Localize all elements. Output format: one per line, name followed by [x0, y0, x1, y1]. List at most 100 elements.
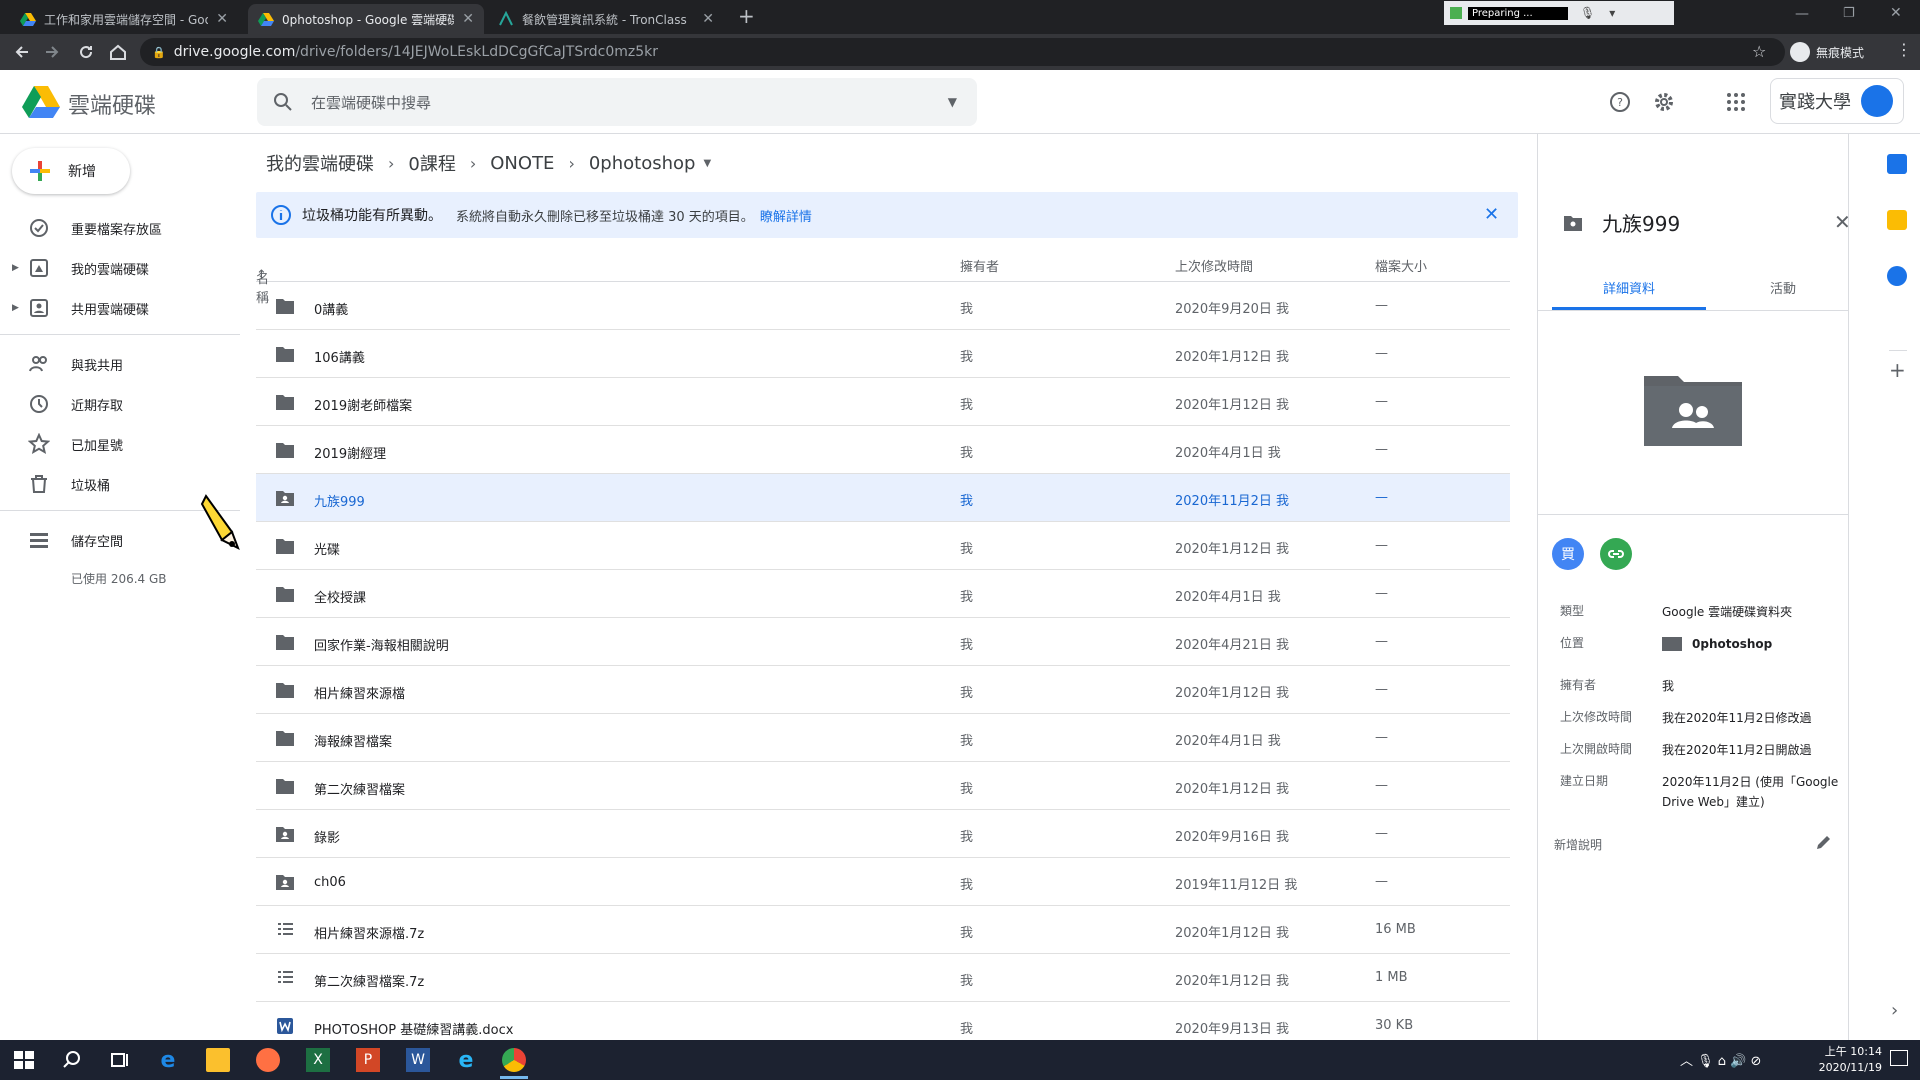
file-row[interactable]: 第二次練習檔案.7z 我 2020年1月12日 我 1 MB [256, 954, 1510, 1002]
tab-details[interactable]: 詳細資料 [1552, 270, 1706, 310]
browser-toolbar: 🔒 drive.google.com /drive/folders/14JEJW… [0, 34, 1920, 70]
browser-tab-1[interactable]: 工作和家用雲端儲存空間 - Goo ✕ [10, 4, 238, 34]
edit-pencil-icon[interactable] [1814, 832, 1834, 852]
file-row[interactable]: 九族999 我 2020年11月2日 我 — [256, 474, 1510, 522]
file-row[interactable]: 2019謝經理 我 2020年4月1日 我 — [256, 426, 1510, 474]
search-icon[interactable] [271, 90, 295, 114]
search-icon[interactable] [60, 1048, 84, 1072]
powerpoint-icon[interactable]: P [356, 1048, 380, 1072]
file-row[interactable]: 錄影 我 2020年9月16日 我 — [256, 810, 1510, 858]
browser-tab-3[interactable]: 餐飲管理資訊系統 - TronClass ✕ [488, 4, 724, 34]
address-bar[interactable]: 🔒 drive.google.com /drive/folders/14JEJW… [140, 38, 1785, 66]
expand-arrow-icon[interactable]: ▶ [12, 263, 19, 273]
system-tray-icons[interactable]: ︿ 🎙 ⌂ 🔊 ⊘ [1680, 1050, 1761, 1069]
product-name[interactable]: 雲端硬碟 [68, 88, 156, 120]
learn-more-link[interactable]: 瞭解詳情 [760, 206, 812, 225]
windows-taskbar: e X P W e ︿ 🎙 ⌂ 🔊 ⊘ 上午 10:14 2020/11/19 [0, 1040, 1920, 1080]
main-content: 我的雲端硬碟 › 0課程 › ONOTE › 0photoshop ▼ 垃圾桶功… [256, 134, 1838, 1074]
dismiss-banner-icon[interactable]: ✕ [1484, 204, 1499, 225]
task-view-icon[interactable] [108, 1048, 132, 1072]
file-row[interactable]: 第二次練習檔案 我 2020年1月12日 我 — [256, 762, 1510, 810]
file-row[interactable]: 相片練習來源檔.7z 我 2020年1月12日 我 16 MB [256, 906, 1510, 954]
file-row[interactable]: 光碟 我 2020年1月12日 我 — [256, 522, 1510, 570]
apps-grid-icon[interactable] [1724, 90, 1748, 114]
link-sharing-icon[interactable] [1600, 538, 1632, 570]
restore-icon[interactable]: ❐ [1843, 6, 1855, 21]
file-row[interactable]: 0講義 我 2020年9月20日 我 — [256, 282, 1510, 330]
avatar[interactable]: 買 [1552, 538, 1584, 570]
active-app-indicator [500, 1076, 528, 1079]
expand-arrow-icon[interactable]: ▶ [12, 303, 19, 313]
file-row[interactable]: 回家作業-海報相關說明 我 2020年4月21日 我 — [256, 618, 1510, 666]
microphone-icon[interactable]: 🎙 [1580, 6, 1595, 20]
file-explorer-icon[interactable] [206, 1048, 230, 1072]
settings-gear-icon[interactable] [1652, 90, 1676, 114]
taskbar-time[interactable]: 上午 10:14 [1796, 1043, 1882, 1059]
chrome-icon[interactable] [502, 1048, 526, 1072]
excel-icon[interactable]: X [306, 1048, 330, 1072]
close-icon[interactable]: ✕ [216, 11, 228, 27]
edge-icon[interactable]: e [156, 1048, 180, 1073]
close-window-icon[interactable]: ✕ [1890, 5, 1902, 21]
column-modified[interactable]: 上次修改時間 [1175, 256, 1253, 275]
file-name: 0講義 [314, 303, 349, 318]
sort-ascending-icon[interactable]: ↑ [256, 268, 267, 283]
search-input[interactable]: 在雲端硬碟中搜尋 [311, 92, 948, 113]
nav-priority[interactable]: 重要檔案存放區 [0, 210, 240, 246]
firefox-icon[interactable] [256, 1048, 280, 1072]
word-icon[interactable]: W [406, 1048, 430, 1072]
file-row[interactable]: 2019謝老師檔案 我 2020年1月12日 我 — [256, 378, 1510, 426]
search-bar[interactable]: 在雲端硬碟中搜尋 ▼ [257, 78, 977, 126]
location-chip[interactable]: 0photoshop [1662, 634, 1852, 654]
search-options-icon[interactable]: ▼ [948, 95, 957, 109]
file-row[interactable]: 相片練習來源檔 我 2020年1月12日 我 — [256, 666, 1510, 714]
calendar-icon[interactable] [1887, 154, 1907, 174]
file-row[interactable]: 106講義 我 2020年1月12日 我 — [256, 330, 1510, 378]
nav-shared-with-me[interactable]: 與我共用 [0, 346, 240, 382]
nav-my-drive[interactable]: ▶ 我的雲端硬碟 [0, 250, 240, 286]
browser-menu-icon[interactable]: ⋮ [1896, 40, 1912, 59]
drive-logo-icon[interactable] [22, 84, 60, 118]
avatar[interactable] [1861, 85, 1893, 117]
minimize-icon[interactable]: — [1795, 6, 1809, 22]
home-icon[interactable] [108, 42, 128, 62]
windows-start-icon[interactable] [12, 1048, 36, 1072]
notification-icon[interactable] [1890, 1050, 1908, 1066]
keep-icon[interactable] [1887, 210, 1907, 230]
nav-recent[interactable]: 近期存取 [0, 386, 240, 422]
add-addon-icon[interactable]: + [1889, 358, 1906, 382]
shared-folder-icon [276, 491, 294, 506]
new-button[interactable]: 新增 [12, 148, 130, 194]
account-switcher[interactable]: 實踐大學 [1770, 78, 1904, 124]
breadcrumb-current-folder[interactable]: 0photoshop [589, 153, 696, 174]
file-name: 第二次練習檔案.7z [314, 975, 425, 990]
internet-explorer-icon[interactable]: e [454, 1048, 478, 1073]
reload-icon[interactable] [76, 42, 96, 62]
file-row[interactable]: ch06 我 2019年11月12日 我 — [256, 858, 1510, 906]
drive-header: 雲端硬碟 在雲端硬碟中搜尋 ▼ ? 實踐大學 [0, 70, 1920, 134]
bookmark-star-icon[interactable]: ☆ [1752, 42, 1766, 61]
prop-value: 0photoshop [1692, 637, 1773, 651]
tab-activity[interactable]: 活動 [1706, 270, 1860, 310]
help-icon[interactable]: ? [1608, 90, 1632, 114]
nav-starred[interactable]: 已加星號 [0, 426, 240, 462]
forward-icon[interactable] [42, 42, 62, 62]
incognito-badge[interactable]: 無痕模式 [1790, 40, 1864, 64]
file-row[interactable]: 全校授課 我 2020年4月1日 我 — [256, 570, 1510, 618]
back-icon[interactable] [12, 42, 32, 62]
close-icon[interactable]: ✕ [462, 11, 474, 27]
breadcrumb-course[interactable]: 0課程 [408, 150, 455, 176]
dropdown-icon[interactable]: ▾ [1609, 6, 1615, 20]
browser-tab-2[interactable]: 0photoshop - Google 雲端硬碟 ✕ [248, 4, 484, 34]
nav-shared-drives[interactable]: ▶ 共用雲端硬碟 [0, 290, 240, 326]
close-icon[interactable]: ✕ [702, 11, 714, 27]
tasks-icon[interactable] [1887, 266, 1907, 286]
chevron-down-icon[interactable]: ▼ [703, 158, 711, 169]
taskbar-date[interactable]: 2020/11/19 [1796, 1061, 1882, 1074]
breadcrumb-onote[interactable]: ONOTE [490, 153, 554, 174]
expand-panel-icon[interactable]: › [1891, 1000, 1898, 1021]
breadcrumb-my-drive[interactable]: 我的雲端硬碟 [266, 150, 374, 176]
add-description[interactable]: 新增說明 [1554, 836, 1602, 853]
new-tab-button[interactable]: + [738, 4, 755, 28]
file-row[interactable]: 海報練習檔案 我 2020年4月1日 我 — [256, 714, 1510, 762]
